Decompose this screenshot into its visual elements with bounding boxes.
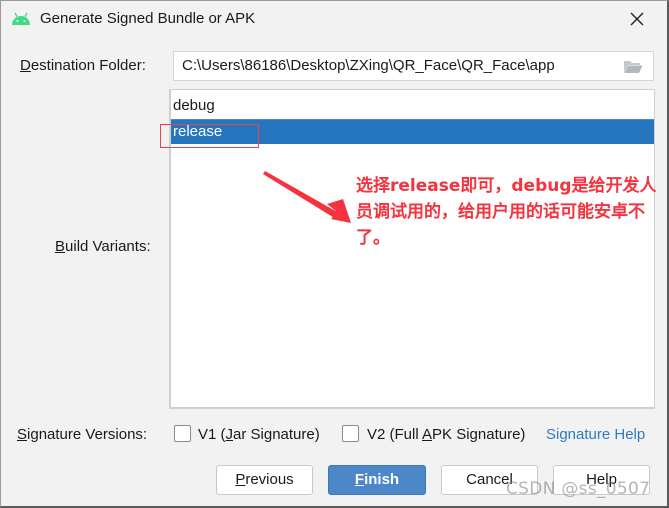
v2-signature-checkbox[interactable] xyxy=(342,425,359,442)
v2-signature-label[interactable]: V2 (Full APK Signature) xyxy=(367,426,525,443)
signature-help-link[interactable]: Signature Help xyxy=(546,426,645,443)
folder-icon[interactable] xyxy=(623,59,643,74)
finish-button[interactable]: Finish xyxy=(328,465,426,495)
previous-button[interactable]: Previous xyxy=(216,465,313,495)
build-variants-label: Build Variants: xyxy=(55,238,151,255)
label-text: V2 (Full xyxy=(367,426,423,443)
cancel-button[interactable]: Cancel xyxy=(441,465,538,495)
label-text: ar Signature) xyxy=(233,426,320,443)
destination-folder-label: Destination Folder: xyxy=(20,57,146,74)
mnemonic: A xyxy=(422,426,433,443)
destination-folder-input[interactable]: C:\Users\86186\Desktop\ZXing\QR_Face\QR_… xyxy=(173,51,654,81)
list-item-release[interactable]: release xyxy=(171,119,654,144)
v1-signature-label[interactable]: V1 (Jar Signature) xyxy=(198,426,320,443)
mnemonic: D xyxy=(20,57,31,74)
signature-versions-label: Signature Versions: xyxy=(17,426,147,443)
button-label: revious xyxy=(245,471,294,488)
dialog-title: Generate Signed Bundle or APK xyxy=(40,10,256,27)
label-text: PK Signature) xyxy=(432,426,526,443)
mnemonic: S xyxy=(17,426,28,443)
close-icon[interactable] xyxy=(627,9,647,29)
label-text: uild Variants: xyxy=(65,238,151,255)
button-label: inish xyxy=(364,471,400,488)
help-button[interactable]: Help xyxy=(553,465,650,495)
annotation-arrow-icon xyxy=(263,171,351,223)
destination-folder-value: C:\Users\86186\Desktop\ZXing\QR_Face\QR_… xyxy=(182,57,555,74)
mnemonic: B xyxy=(55,238,66,255)
generate-signed-apk-dialog: Generate Signed Bundle or APK Destinatio… xyxy=(0,0,669,508)
label-text: ignature Versions: xyxy=(27,426,148,443)
annotation-text: 选择release即可，debug是给开发人员调试用的，给用户用的话可能安卓不了… xyxy=(356,176,657,248)
mnemonic: P xyxy=(235,471,246,488)
label-text: V1 ( xyxy=(198,426,226,443)
list-item-debug[interactable]: debug xyxy=(171,94,654,119)
mnemonic: F xyxy=(354,471,365,488)
title-bar: Generate Signed Bundle or APK xyxy=(1,1,667,39)
v1-signature-checkbox[interactable] xyxy=(174,425,191,442)
label-text: estination Folder: xyxy=(30,57,146,74)
mnemonic: J xyxy=(225,426,234,443)
android-icon xyxy=(12,12,30,25)
